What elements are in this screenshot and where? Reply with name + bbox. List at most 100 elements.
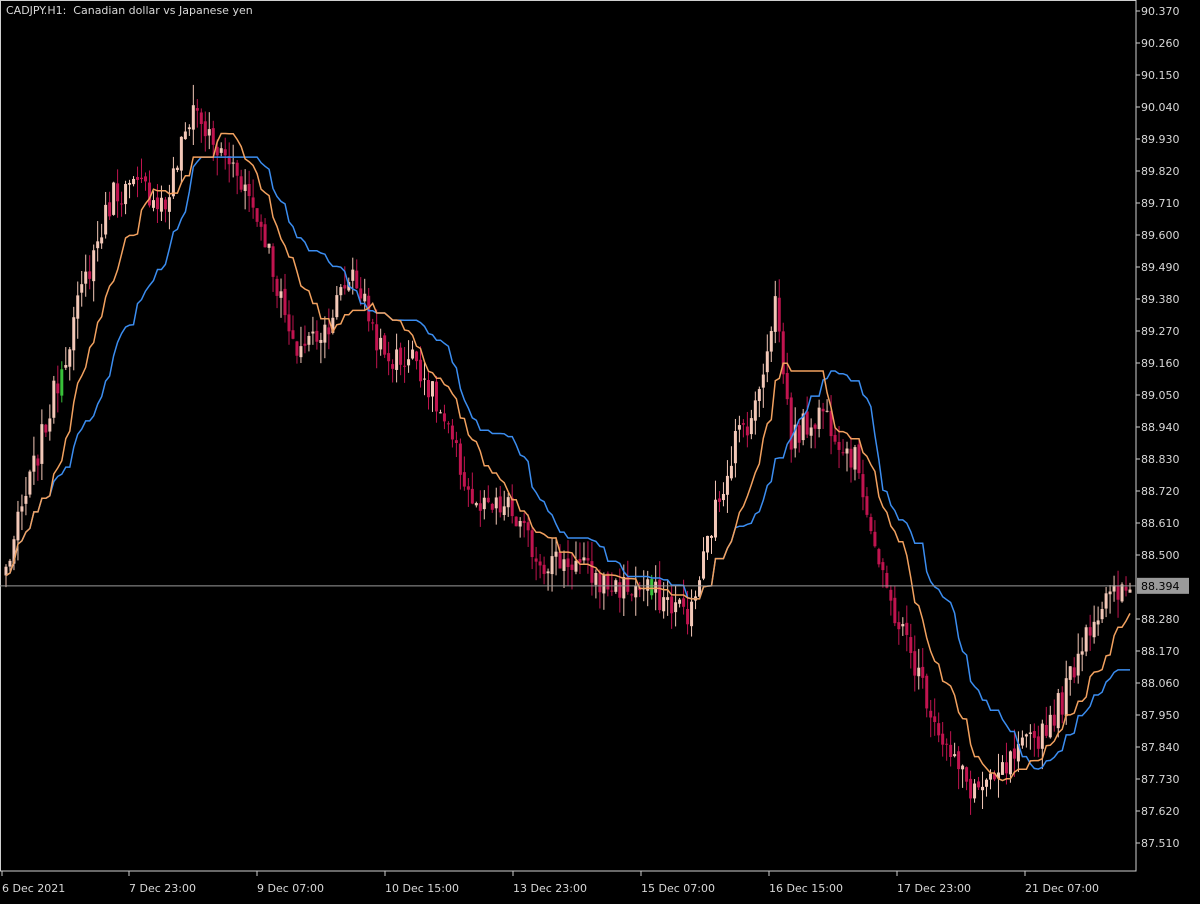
- candle-body: [100, 237, 104, 244]
- candle-body: [514, 516, 518, 527]
- candle-body: [446, 423, 450, 425]
- candle-body: [929, 710, 933, 718]
- candle-body: [769, 330, 773, 352]
- candle-body: [925, 675, 929, 709]
- candle-body: [28, 471, 32, 495]
- y-tick-label: 89.160: [1141, 357, 1180, 370]
- candle-body: [255, 208, 259, 222]
- candle-body: [666, 597, 670, 600]
- candle-body: [1124, 586, 1128, 591]
- candle-body: [546, 571, 550, 574]
- chart-area[interactable]: CADJPY.H1: Canadian dollar vs Japanese y…: [0, 0, 1200, 900]
- y-tick-label: 87.510: [1141, 837, 1180, 850]
- candle-body: [128, 182, 132, 185]
- candle-body: [494, 497, 498, 509]
- candle-body: [307, 335, 311, 345]
- candle-body: [16, 511, 20, 541]
- candle-body: [981, 786, 985, 791]
- candle-body: [267, 243, 271, 248]
- candle-body: [203, 121, 207, 137]
- candle-body: [785, 373, 789, 400]
- candle-body: [143, 176, 147, 182]
- candle-body: [1116, 585, 1120, 600]
- y-tick-label: 88.500: [1141, 549, 1180, 562]
- candle-body: [921, 666, 925, 678]
- candle-body: [1032, 731, 1036, 738]
- candle-body: [1088, 627, 1092, 636]
- candle-body: [797, 425, 801, 443]
- candle-body: [861, 474, 865, 498]
- candle-body: [606, 573, 610, 590]
- candle-body: [973, 783, 977, 799]
- candle-body: [654, 581, 658, 593]
- candle-body: [474, 503, 478, 506]
- candle-body: [941, 733, 945, 745]
- candle-body: [343, 285, 347, 289]
- x-tick-label: 15 Dec 07:00: [641, 882, 715, 895]
- candle-body: [423, 378, 427, 380]
- candle-body: [630, 594, 634, 596]
- x-tick-label: 7 Dec 23:00: [129, 882, 196, 895]
- candle-body: [1064, 678, 1068, 717]
- candle-body: [96, 241, 100, 249]
- candle-body: [327, 327, 331, 335]
- candle-body: [351, 269, 355, 281]
- y-tick-label: 88.940: [1141, 421, 1180, 434]
- chart-svg: 90.370 90.260 90.150 90.040 89.930 89.820 89.7…: [0, 0, 1189, 895]
- candle-body: [1104, 593, 1108, 609]
- candle-body: [789, 397, 793, 450]
- candle-body: [813, 424, 817, 429]
- candle-body: [68, 349, 72, 367]
- candle-body: [989, 773, 993, 780]
- candle-body: [271, 246, 275, 277]
- candle-body: [20, 506, 24, 512]
- candle-body: [52, 380, 56, 418]
- candle-body: [430, 381, 434, 397]
- candle-body: [76, 295, 80, 319]
- candle-body: [566, 558, 570, 568]
- candle-body: [434, 381, 438, 412]
- candle-body: [88, 271, 92, 279]
- candle-body: [530, 530, 534, 558]
- candle-body: [706, 535, 710, 553]
- candle-body: [1052, 714, 1056, 726]
- candle-body: [1076, 653, 1080, 676]
- candle-body: [729, 465, 733, 479]
- candle-body: [709, 535, 713, 538]
- candle-body: [1092, 621, 1096, 638]
- x-tick-label: 9 Dec 07:00: [257, 882, 324, 895]
- candle-body: [1068, 666, 1072, 680]
- candle-body: [311, 331, 315, 334]
- candle-body: [1024, 734, 1028, 737]
- candle-body: [191, 105, 195, 130]
- candle-body: [650, 579, 654, 596]
- candle-body: [845, 448, 849, 454]
- candle-body: [877, 549, 881, 565]
- candle-body: [1128, 589, 1132, 593]
- candle-body: [733, 430, 737, 464]
- candle-body: [116, 183, 120, 202]
- candle-body: [136, 176, 140, 180]
- candle-body: [84, 271, 88, 284]
- candle-body: [379, 337, 383, 350]
- candle-body: [570, 564, 574, 570]
- candle-body: [753, 400, 757, 421]
- candle-body: [817, 407, 821, 430]
- candle-body: [741, 423, 745, 425]
- candle-body: [92, 250, 96, 282]
- candle-body: [355, 270, 359, 289]
- candle-body: [622, 576, 626, 599]
- candle-body: [598, 573, 602, 593]
- candle-body: [375, 324, 379, 351]
- y-tick-label: 88.060: [1141, 677, 1180, 690]
- candle-body: [550, 556, 554, 575]
- candle-body: [945, 743, 949, 745]
- chart-title: CADJPY.H1: Canadian dollar vs Japanese y…: [6, 4, 253, 17]
- candle-body: [542, 564, 546, 574]
- candle-body: [8, 560, 12, 567]
- candle-body: [112, 182, 116, 215]
- candle-body: [283, 288, 287, 316]
- candle-body: [953, 754, 957, 757]
- timeframe-label: H1:: [47, 4, 67, 17]
- candle-body: [299, 346, 303, 358]
